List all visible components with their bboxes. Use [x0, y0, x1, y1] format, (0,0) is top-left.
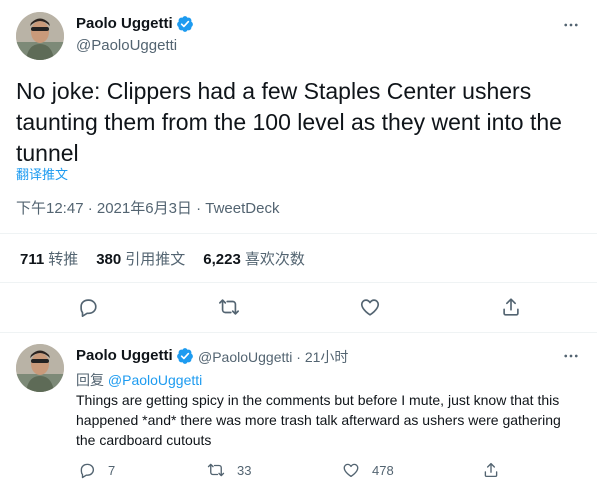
tweet-timestamp[interactable]: 下午12:47 · 2021年6月3日 — [16, 200, 192, 217]
divider — [0, 332, 597, 333]
avatar[interactable] — [16, 344, 64, 392]
reply-author-name[interactable]: Paolo Uggetti — [76, 347, 173, 364]
reply-reply-button[interactable]: 7 — [78, 461, 115, 479]
share-icon — [503, 298, 519, 316]
like-button[interactable] — [359, 296, 383, 320]
like-icon — [343, 463, 359, 478]
verified-badge-icon — [177, 348, 193, 364]
retweet-stat[interactable]: 711 转推 — [20, 248, 78, 269]
reply-count: 7 — [108, 462, 116, 478]
replying-to: 回复 @PaoloUggetti — [76, 372, 203, 388]
tweet-source[interactable]: TweetDeck — [205, 200, 279, 217]
quote-stat[interactable]: 380 引用推文 — [96, 248, 185, 269]
divider — [0, 233, 597, 234]
reply-icon — [80, 299, 97, 317]
like-count: 478 — [372, 462, 394, 478]
like-stat[interactable]: 6,223 喜欢次数 — [203, 248, 305, 269]
verified-badge-icon — [177, 16, 193, 32]
reply-time[interactable]: · 21小时 — [296, 349, 348, 365]
reply-author-handle[interactable]: @PaoloUggetti · 21小时 — [198, 347, 348, 367]
like-icon — [360, 299, 380, 316]
author-handle[interactable]: @PaoloUggetti — [76, 37, 177, 54]
retweet-icon — [219, 299, 239, 315]
action-bar — [0, 294, 597, 324]
tweet-text: No joke: Clippers had a few Staples Cent… — [16, 78, 562, 166]
reply-share-button[interactable] — [482, 461, 500, 479]
author-name[interactable]: Paolo Uggetti — [76, 15, 173, 32]
tweet-meta: 下午12:47 · 2021年6月3日 · TweetDeck — [16, 197, 279, 218]
retweet-icon — [207, 463, 225, 477]
reply-icon — [80, 463, 95, 479]
more-icon[interactable] — [561, 15, 581, 35]
reply-retweet-button[interactable]: 33 — [207, 461, 251, 479]
retweet-button[interactable] — [218, 296, 242, 320]
share-button[interactable] — [500, 296, 524, 320]
meta-separator: · — [191, 200, 206, 217]
divider — [0, 282, 597, 283]
translate-tweet-link[interactable]: 翻译推文 — [16, 164, 68, 183]
share-icon — [484, 462, 498, 478]
avatar[interactable] — [16, 12, 64, 60]
reply-button[interactable] — [77, 296, 101, 320]
replying-to-mention[interactable]: @PaoloUggetti — [108, 372, 202, 388]
reply-like-button[interactable]: 478 — [342, 461, 394, 479]
retweet-count: 33 — [237, 462, 252, 478]
tweet-stats: 711 转推 380 引用推文 6,223 喜欢次数 — [20, 248, 305, 269]
reply-text: Things are getting spicy in the comments… — [76, 392, 561, 448]
more-icon[interactable] — [561, 346, 581, 366]
